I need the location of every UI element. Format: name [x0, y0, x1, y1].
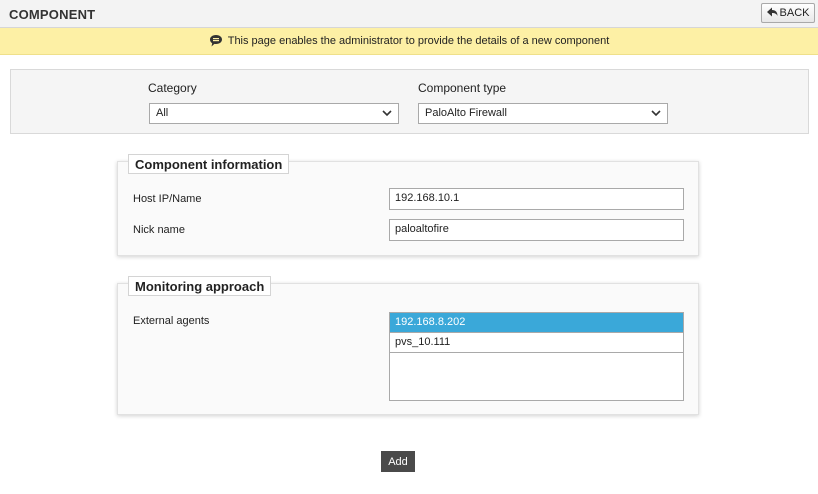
chevron-down-icon: [382, 106, 392, 123]
back-arrow-icon: [766, 7, 778, 20]
back-button-label: BACK: [779, 7, 810, 19]
add-button[interactable]: Add: [381, 451, 415, 472]
top-bar: COMPONENT BACK: [0, 0, 818, 28]
monitoring-approach-legend: Monitoring approach: [128, 276, 272, 296]
nick-name-label: Nick name: [133, 224, 185, 236]
external-agents-label: External agents: [133, 315, 210, 327]
nick-name-input[interactable]: paloaltofire: [389, 219, 684, 241]
info-message: This page enables the administrator to p…: [227, 35, 610, 47]
component-type-label: Component type: [418, 81, 507, 95]
component-type-select[interactable]: PaloAlto Firewall: [418, 103, 668, 124]
external-agents-listbox[interactable]: 192.168.8.202 pvs_10.111: [389, 312, 684, 401]
category-select[interactable]: All: [149, 103, 399, 124]
list-item[interactable]: 192.168.8.202: [390, 313, 683, 333]
back-button[interactable]: BACK: [761, 3, 815, 23]
category-select-value: All: [156, 107, 169, 119]
category-label: Category: [148, 81, 197, 95]
list-item[interactable]: pvs_10.111: [390, 333, 683, 353]
host-input[interactable]: 192.168.10.1: [389, 188, 684, 210]
component-information-legend: Component information: [128, 154, 290, 174]
info-bar: This page enables the administrator to p…: [0, 28, 818, 55]
component-type-select-value: PaloAlto Firewall: [425, 107, 507, 119]
speech-bubble-icon: [209, 34, 223, 48]
host-label: Host IP/Name: [133, 193, 202, 205]
component-information-section: Component information Host IP/Name 192.1…: [117, 154, 699, 256]
page-title: COMPONENT: [9, 7, 96, 22]
monitoring-approach-section: Monitoring approach External agents 192.…: [117, 276, 699, 415]
chevron-down-icon: [651, 106, 661, 123]
filter-panel: Category All Component type PaloAlto Fir…: [10, 69, 809, 134]
